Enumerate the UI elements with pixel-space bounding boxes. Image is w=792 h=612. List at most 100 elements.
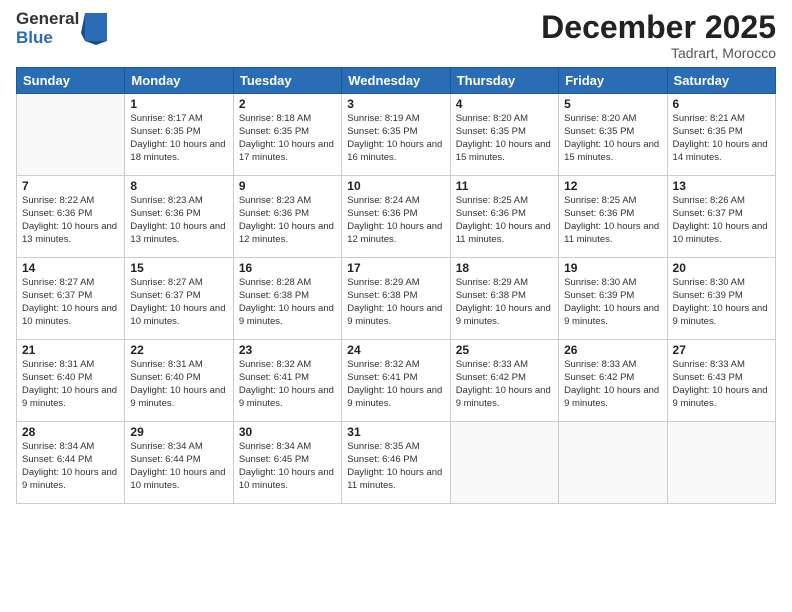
day-number: 23	[239, 343, 336, 357]
day-info: Sunrise: 8:29 AM Sunset: 6:38 PM Dayligh…	[347, 277, 444, 328]
day-info: Sunrise: 8:25 AM Sunset: 6:36 PM Dayligh…	[564, 195, 661, 246]
day-info: Sunrise: 8:19 AM Sunset: 6:35 PM Dayligh…	[347, 113, 444, 164]
day-info: Sunrise: 8:31 AM Sunset: 6:40 PM Dayligh…	[22, 359, 119, 410]
day-number: 31	[347, 425, 444, 439]
calendar-cell: 2 Sunrise: 8:18 AM Sunset: 6:35 PM Daylig…	[233, 94, 341, 176]
calendar-cell	[450, 422, 558, 504]
calendar-cell: 12 Sunrise: 8:25 AM Sunset: 6:36 PM Dayli…	[559, 176, 667, 258]
location: Tadrart, Morocco	[541, 45, 776, 61]
calendar-cell: 8 Sunrise: 8:23 AM Sunset: 6:36 PM Daylig…	[125, 176, 233, 258]
calendar-week-row: 14 Sunrise: 8:27 AM Sunset: 6:37 PM Dayli…	[17, 258, 776, 340]
day-info: Sunrise: 8:30 AM Sunset: 6:39 PM Dayligh…	[673, 277, 770, 328]
day-number: 2	[239, 97, 336, 111]
day-info: Sunrise: 8:23 AM Sunset: 6:36 PM Dayligh…	[239, 195, 336, 246]
day-number: 3	[347, 97, 444, 111]
day-number: 25	[456, 343, 553, 357]
day-number: 30	[239, 425, 336, 439]
day-number: 8	[130, 179, 227, 193]
calendar-cell: 20Sunrise: 8:30 AM Sunset: 6:39 PM Dayli…	[667, 258, 775, 340]
calendar-cell	[559, 422, 667, 504]
calendar-cell: 15Sunrise: 8:27 AM Sunset: 6:37 PM Dayli…	[125, 258, 233, 340]
calendar-cell: 27 Sunrise: 8:33 AM Sunset: 6:43 PM Dayli…	[667, 340, 775, 422]
day-info: Sunrise: 8:17 AM Sunset: 6:35 PM Dayligh…	[130, 113, 227, 164]
day-number: 22	[130, 343, 227, 357]
col-tuesday: Tuesday	[233, 68, 341, 94]
calendar-cell: 11Sunrise: 8:25 AM Sunset: 6:36 PM Dayli…	[450, 176, 558, 258]
calendar-cell: 5Sunrise: 8:20 AM Sunset: 6:35 PM Daylig…	[559, 94, 667, 176]
day-info: Sunrise: 8:35 AM Sunset: 6:46 PM Dayligh…	[347, 441, 444, 492]
day-number: 7	[22, 179, 119, 193]
day-info: Sunrise: 8:23 AM Sunset: 6:36 PM Dayligh…	[130, 195, 227, 246]
day-info: Sunrise: 8:33 AM Sunset: 6:42 PM Dayligh…	[456, 359, 553, 410]
day-number: 18	[456, 261, 553, 275]
day-number: 6	[673, 97, 770, 111]
day-number: 28	[22, 425, 119, 439]
calendar-cell: 31 Sunrise: 8:35 AM Sunset: 6:46 PM Dayli…	[342, 422, 450, 504]
day-info: Sunrise: 8:34 AM Sunset: 6:44 PM Dayligh…	[130, 441, 227, 492]
calendar-cell: 17 Sunrise: 8:29 AM Sunset: 6:38 PM Dayli…	[342, 258, 450, 340]
page-header: General Blue December 2025 Tadrart, Moro…	[16, 10, 776, 61]
day-number: 15	[130, 261, 227, 275]
day-number: 21	[22, 343, 119, 357]
day-info: Sunrise: 8:24 AM Sunset: 6:36 PM Dayligh…	[347, 195, 444, 246]
day-number: 1	[130, 97, 227, 111]
calendar-week-row: 1 Sunrise: 8:17 AM Sunset: 6:35 PM Daylig…	[17, 94, 776, 176]
calendar-cell: 14 Sunrise: 8:27 AM Sunset: 6:37 PM Dayli…	[17, 258, 125, 340]
calendar-cell	[17, 94, 125, 176]
col-wednesday: Wednesday	[342, 68, 450, 94]
calendar-cell: 30Sunrise: 8:34 AM Sunset: 6:45 PM Dayli…	[233, 422, 341, 504]
day-info: Sunrise: 8:31 AM Sunset: 6:40 PM Dayligh…	[130, 359, 227, 410]
day-info: Sunrise: 8:30 AM Sunset: 6:39 PM Dayligh…	[564, 277, 661, 328]
day-info: Sunrise: 8:29 AM Sunset: 6:38 PM Dayligh…	[456, 277, 553, 328]
month-title: December 2025	[541, 10, 776, 45]
calendar-cell: 28Sunrise: 8:34 AM Sunset: 6:44 PM Dayli…	[17, 422, 125, 504]
day-info: Sunrise: 8:32 AM Sunset: 6:41 PM Dayligh…	[347, 359, 444, 410]
calendar-cell: 1 Sunrise: 8:17 AM Sunset: 6:35 PM Daylig…	[125, 94, 233, 176]
logo: General Blue	[16, 10, 107, 47]
day-number: 27	[673, 343, 770, 357]
title-block: December 2025 Tadrart, Morocco	[541, 10, 776, 61]
day-number: 9	[239, 179, 336, 193]
calendar-cell: 23 Sunrise: 8:32 AM Sunset: 6:41 PM Dayli…	[233, 340, 341, 422]
day-number: 13	[673, 179, 770, 193]
day-number: 11	[456, 179, 553, 193]
calendar-cell: 21 Sunrise: 8:31 AM Sunset: 6:40 PM Dayli…	[17, 340, 125, 422]
day-number: 12	[564, 179, 661, 193]
day-info: Sunrise: 8:22 AM Sunset: 6:36 PM Dayligh…	[22, 195, 119, 246]
calendar-page: General Blue December 2025 Tadrart, Moro…	[0, 0, 792, 612]
day-number: 24	[347, 343, 444, 357]
calendar-cell: 3 Sunrise: 8:19 AM Sunset: 6:35 PM Daylig…	[342, 94, 450, 176]
day-info: Sunrise: 8:33 AM Sunset: 6:42 PM Dayligh…	[564, 359, 661, 410]
col-monday: Monday	[125, 68, 233, 94]
day-number: 10	[347, 179, 444, 193]
day-info: Sunrise: 8:18 AM Sunset: 6:35 PM Dayligh…	[239, 113, 336, 164]
calendar-cell: 18 Sunrise: 8:29 AM Sunset: 6:38 PM Dayli…	[450, 258, 558, 340]
calendar-table: Sunday Monday Tuesday Wednesday Thursday…	[16, 67, 776, 504]
day-number: 17	[347, 261, 444, 275]
calendar-cell: 24 Sunrise: 8:32 AM Sunset: 6:41 PM Dayli…	[342, 340, 450, 422]
logo-general: General	[16, 10, 79, 29]
day-info: Sunrise: 8:27 AM Sunset: 6:37 PM Dayligh…	[22, 277, 119, 328]
calendar-cell: 16 Sunrise: 8:28 AM Sunset: 6:38 PM Dayli…	[233, 258, 341, 340]
calendar-cell: 7 Sunrise: 8:22 AM Sunset: 6:36 PM Daylig…	[17, 176, 125, 258]
day-number: 14	[22, 261, 119, 275]
calendar-cell: 26Sunrise: 8:33 AM Sunset: 6:42 PM Dayli…	[559, 340, 667, 422]
col-sunday: Sunday	[17, 68, 125, 94]
day-info: Sunrise: 8:32 AM Sunset: 6:41 PM Dayligh…	[239, 359, 336, 410]
day-info: Sunrise: 8:20 AM Sunset: 6:35 PM Dayligh…	[564, 113, 661, 164]
day-info: Sunrise: 8:21 AM Sunset: 6:35 PM Dayligh…	[673, 113, 770, 164]
day-info: Sunrise: 8:20 AM Sunset: 6:35 PM Dayligh…	[456, 113, 553, 164]
calendar-week-row: 28 Sunrise: 8:34 AM Sunset: 6:44 PM Dayli…	[17, 422, 776, 504]
calendar-cell: 19Sunrise: 8:30 AM Sunset: 6:39 PM Dayli…	[559, 258, 667, 340]
calendar-week-row: 7 Sunrise: 8:22 AM Sunset: 6:36 PM Daylig…	[17, 176, 776, 258]
calendar-week-row: 21 Sunrise: 8:31 AM Sunset: 6:40 PM Dayli…	[17, 340, 776, 422]
col-friday: Friday	[559, 68, 667, 94]
logo-blue: Blue	[16, 29, 79, 48]
day-info: Sunrise: 8:33 AM Sunset: 6:43 PM Dayligh…	[673, 359, 770, 410]
col-saturday: Saturday	[667, 68, 775, 94]
day-number: 4	[456, 97, 553, 111]
day-number: 16	[239, 261, 336, 275]
logo-icon	[81, 13, 107, 45]
day-info: Sunrise: 8:28 AM Sunset: 6:38 PM Dayligh…	[239, 277, 336, 328]
calendar-cell: 13Sunrise: 8:26 AM Sunset: 6:37 PM Dayli…	[667, 176, 775, 258]
